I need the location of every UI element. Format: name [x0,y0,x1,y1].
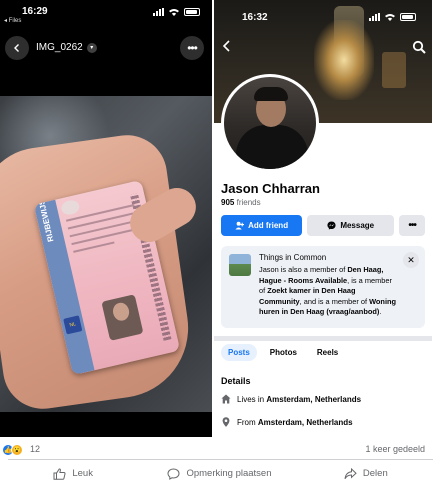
status-time: 16:29 [22,6,48,17]
battery-icon [184,8,200,16]
friends-label: friends [236,198,261,207]
back-button[interactable] [5,36,29,60]
comment-icon [167,467,180,480]
close-button[interactable]: ✕ [403,252,419,268]
detail-lives-text: Lives in Amsterdam, Netherlands [237,395,361,404]
reaction-icons[interactable]: 👍 😮 [2,444,23,456]
post-action-bar: Leuk Opmerking plaatsen Delen [0,460,439,487]
detail-from-text: From Amsterdam, Netherlands [237,418,353,427]
post-reactions-bar: 👍 😮 12 1 keer gedeeld [0,441,439,459]
home-icon [221,394,231,404]
more-options-button[interactable]: ••• [180,36,204,60]
messenger-icon [327,221,336,230]
search-icon[interactable] [412,40,426,54]
profile-screen: 16:32 Jason Chharran 905 friends Add fri… [214,0,432,437]
card-stamp [59,198,81,217]
photo-image: RIJBEWIJS NL [0,96,212,412]
friends-count: 905 [221,198,235,207]
location-pin-icon [222,417,230,427]
back-icon [14,44,19,52]
common-text-part: Jason is also a member of [259,265,348,274]
profile-name: Jason Chharran [221,181,320,196]
signal-icon [153,8,164,16]
back-to-app-link[interactable]: ◂ Files [4,17,21,24]
section-divider [214,336,432,341]
more-actions-button[interactable]: ••• [399,215,425,236]
group-thumbnail [229,254,251,276]
share-count[interactable]: 1 keer gedeeld [365,444,425,454]
tab-posts[interactable]: Posts [221,344,257,361]
cover-glass [382,52,406,88]
things-in-common-title: Things in Common [259,253,327,262]
detail-prefix: From [237,417,258,427]
avatar-photo [224,77,316,169]
photo-title-dropdown[interactable]: IMG_0262 ▾ [36,42,97,53]
detail-prefix: Lives in [237,394,267,404]
like-icon [53,467,66,480]
detail-from: From Amsterdam, Netherlands [221,417,353,427]
add-friend-button[interactable]: Add friend [221,215,303,236]
add-person-icon [235,221,245,230]
signal-icon [369,13,380,21]
photo-viewer-header: IMG_0262 ▾ ••• [0,36,212,62]
wifi-icon [169,9,179,16]
wow-reaction-icon: 😮 [11,444,23,456]
chevron-down-icon: ▾ [86,42,97,53]
detail-lives-in: Lives in Amsterdam, Netherlands [221,394,361,404]
status-bar: 16:29 ◂ Files [0,0,212,28]
status-time: 16:32 [242,12,268,23]
like-label: Leuk [72,468,93,479]
photo-title: IMG_0262 [36,42,83,53]
more-icon: ••• [408,220,416,231]
things-in-common-text: Jason is also a member of Den Haag, Hagu… [259,265,399,318]
details-heading: Details [221,376,251,386]
card-photo [101,294,144,341]
profile-actions: Add friend Message ••• [221,215,425,236]
tab-photos[interactable]: Photos [263,344,304,361]
like-button[interactable]: Leuk [0,460,146,487]
common-text-part: , and is a member of [299,296,370,306]
screenshot-collage: 16:29 ◂ Files IMG_0262 ▾ ••• RIJBEWIJS N… [0,0,439,487]
share-button[interactable]: Delen [293,460,439,487]
comment-label: Opmerking plaatsen [186,468,272,479]
message-button[interactable]: Message [307,215,395,236]
more-icon: ••• [187,41,198,55]
lives-in-link[interactable]: Amsterdam, Netherlands [266,395,361,404]
message-label: Message [340,221,375,230]
common-text-part: . [379,307,382,316]
back-icon[interactable] [222,40,232,52]
photo-viewer-screen: 16:29 ◂ Files IMG_0262 ▾ ••• RIJBEWIJS N… [0,0,212,437]
add-friend-label: Add friend [248,221,289,230]
profile-tabs: Posts Photos Reels [221,344,345,361]
things-in-common-card[interactable]: Things in Common Jason is also a member … [221,246,425,328]
from-link[interactable]: Amsterdam, Netherlands [258,418,353,427]
cover-light [314,20,374,100]
status-bar: 16:32 [214,0,432,26]
profile-avatar[interactable] [221,74,319,172]
tab-reels[interactable]: Reels [310,344,345,361]
friends-count-link[interactable]: 905 friends [221,198,261,207]
reaction-count[interactable]: 12 [30,444,40,454]
wifi-icon [385,14,395,21]
status-icons [369,13,416,21]
share-label: Delen [362,468,388,479]
close-icon: ✕ [407,254,415,265]
status-icons [153,8,200,16]
share-icon [344,467,357,479]
battery-icon [400,13,416,21]
comment-button[interactable]: Opmerking plaatsen [146,460,292,487]
